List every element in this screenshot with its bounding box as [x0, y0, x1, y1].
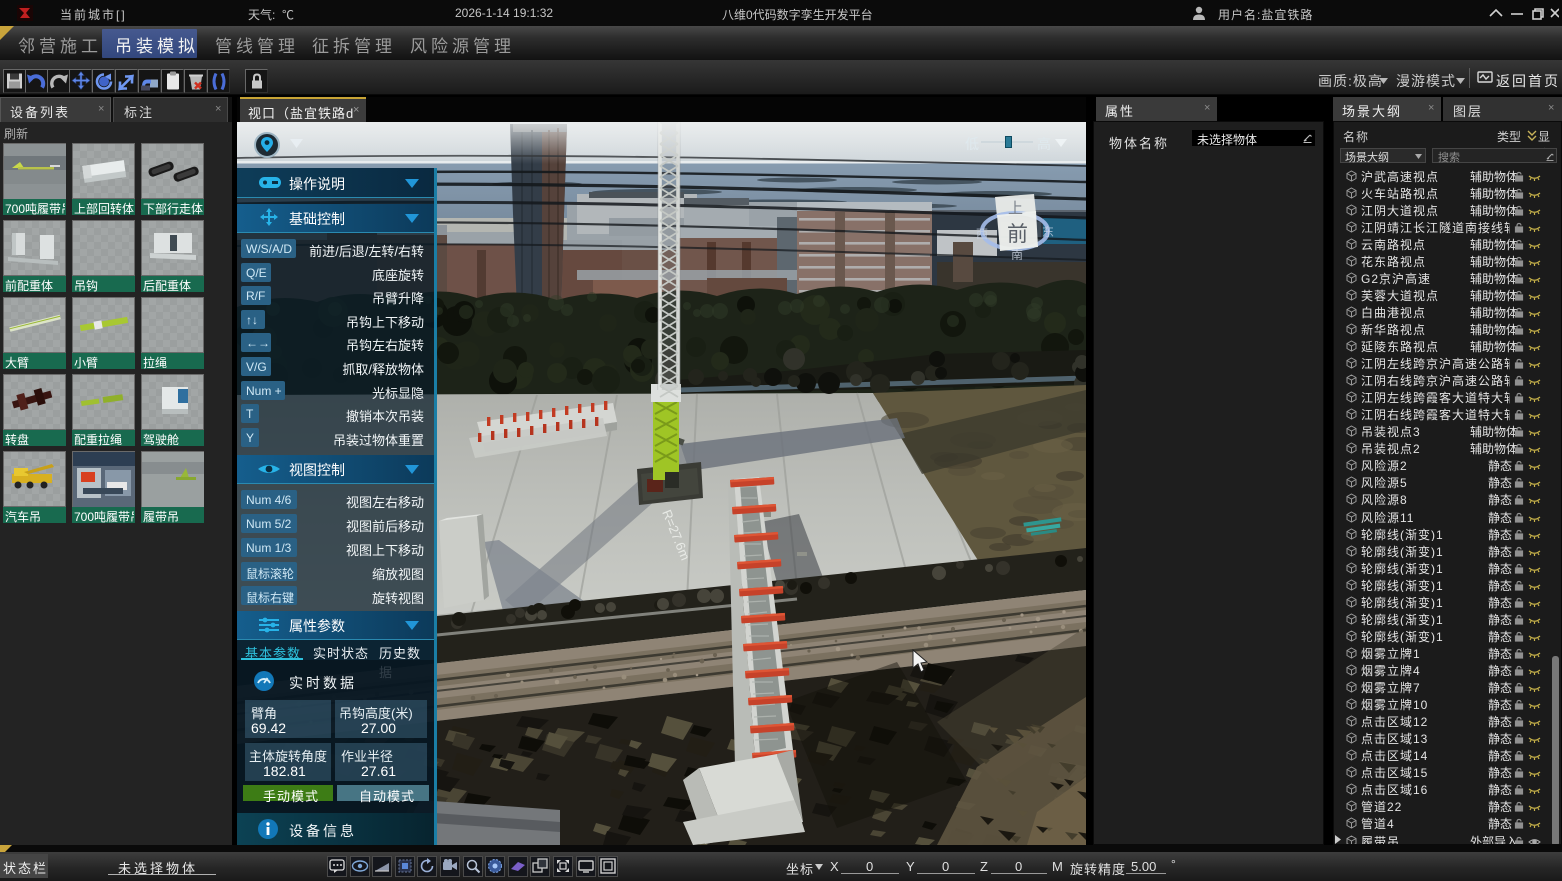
svg-text:西: 西 — [976, 227, 988, 241]
svg-text:前: 前 — [1007, 223, 1028, 246]
svg-text:南: 南 — [1011, 247, 1023, 260]
svg-text:上: 上 — [1008, 200, 1023, 217]
svg-text:东: 东 — [1042, 225, 1054, 239]
